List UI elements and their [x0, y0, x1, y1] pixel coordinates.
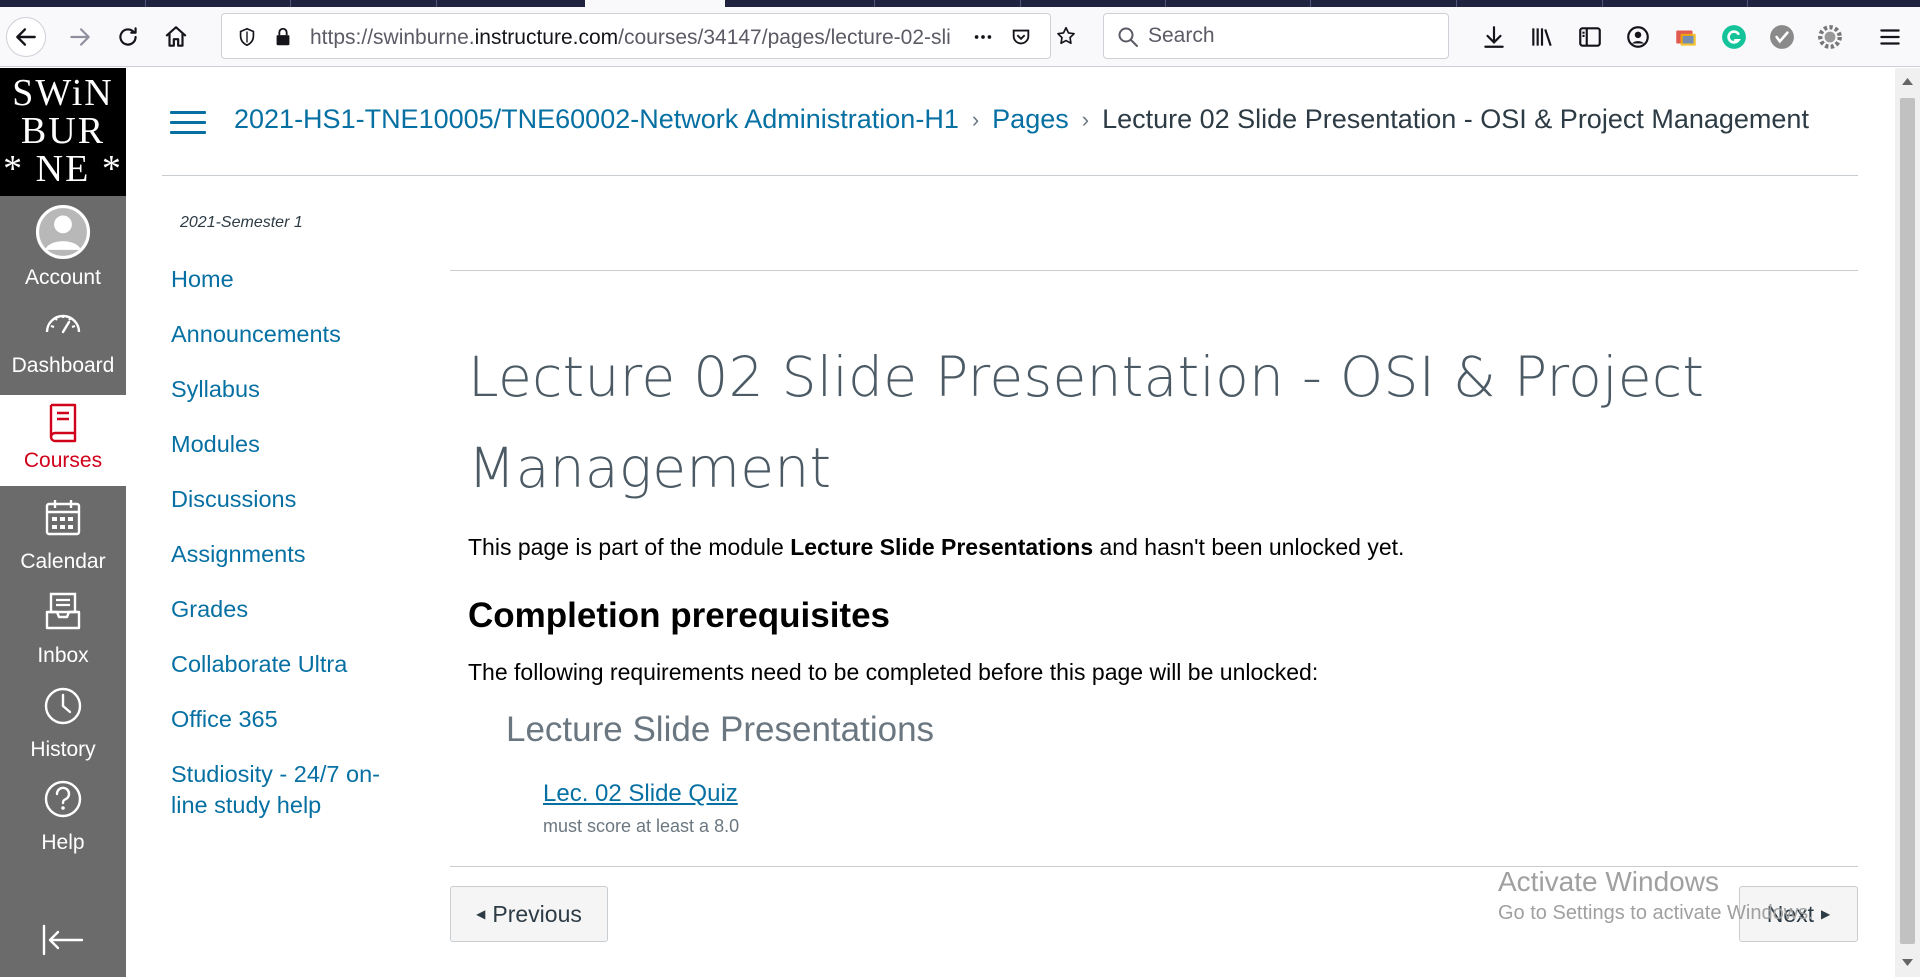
home-icon — [165, 26, 187, 47]
global-nav-account[interactable]: Account — [0, 200, 126, 291]
course-nav-collaborate-ultra[interactable]: Collaborate Ultra — [171, 649, 411, 680]
settings-gear-icon[interactable] — [1814, 21, 1846, 53]
active-tab[interactable] — [585, 0, 725, 7]
browser-toolbar: https://swinburne.instructure.com/course… — [0, 7, 1920, 67]
previous-button[interactable]: ◀ Previous — [450, 886, 608, 942]
requirement-quiz-link[interactable]: Lec. 02 Slide Quiz — [543, 780, 738, 808]
course-nav-grades[interactable]: Grades — [171, 594, 411, 625]
forward-arrow-icon — [70, 28, 90, 46]
lock-icon[interactable] — [270, 24, 296, 50]
module-name-bold: Lecture Slide Presentations — [790, 534, 1094, 560]
header-divider — [162, 175, 1858, 176]
prerequisites-heading: Completion prerequisites — [468, 596, 891, 635]
collapse-nav-icon[interactable] — [40, 920, 86, 960]
bookmark-star-icon[interactable] — [1053, 23, 1079, 49]
scrollbar-thumb[interactable] — [1900, 98, 1915, 944]
content-bottom-divider — [450, 866, 1858, 867]
course-nav-studiosity[interactable]: Studiosity - 24/7 on-line study help — [171, 759, 411, 821]
global-nav-help[interactable]: Help — [0, 769, 126, 860]
tab-strip — [0, 0, 1920, 7]
account-avatar-icon — [35, 204, 91, 260]
checkmark-extension-icon[interactable] — [1766, 21, 1798, 53]
history-clock-icon — [44, 687, 82, 725]
reload-icon — [119, 27, 137, 46]
url-text: https://swinburne.instructure.com/course… — [310, 26, 950, 48]
menu-icon[interactable] — [1874, 21, 1906, 53]
search-icon — [1118, 27, 1138, 47]
chevron-right-icon: › — [971, 106, 980, 132]
global-navigation: SWiN BUR * NE * Account Dashboard Course… — [0, 68, 126, 977]
caret-left-icon: ◀ — [476, 907, 486, 921]
breadcrumb-course-link[interactable]: 2021-HS1-TNE10005/TNE60002-Network Admin… — [234, 104, 959, 135]
dashboard-gauge-icon — [45, 314, 81, 334]
reload-button[interactable] — [108, 17, 148, 57]
page-title: Lecture 02 Slide Presentation - OSI & Pr… — [468, 345, 1705, 500]
global-nav-calendar[interactable]: Calendar — [0, 488, 126, 579]
global-nav-history[interactable]: History — [0, 676, 126, 767]
course-nav-office-365[interactable]: Office 365 — [171, 704, 411, 735]
requirements-text: The following requirements need to be co… — [468, 659, 1319, 685]
search-bar[interactable] — [1103, 13, 1449, 59]
course-nav-modules[interactable]: Modules — [171, 429, 411, 460]
screenshot-extension-icon[interactable] — [1670, 21, 1702, 53]
back-button[interactable] — [6, 17, 46, 57]
search-input[interactable] — [1148, 24, 1438, 48]
inbox-icon — [45, 592, 81, 630]
home-button[interactable] — [156, 17, 196, 57]
firefox-account-icon[interactable] — [1622, 21, 1654, 53]
course-nav-announcements[interactable]: Announcements — [171, 319, 411, 350]
global-nav-inbox[interactable]: Inbox — [0, 582, 126, 673]
course-nav-syllabus[interactable]: Syllabus — [171, 374, 411, 405]
global-nav-dashboard[interactable]: Dashboard — [0, 298, 126, 389]
downloads-icon[interactable] — [1478, 21, 1510, 53]
course-nav-home[interactable]: Home — [171, 264, 411, 295]
swinburne-logo[interactable]: SWiN BUR * NE * — [0, 68, 126, 196]
course-menu-toggle[interactable] — [168, 108, 208, 138]
library-icon[interactable] — [1526, 21, 1558, 53]
next-button[interactable]: Next ▶ — [1739, 886, 1858, 942]
course-navigation: Home Announcements Syllabus Modules Disc… — [171, 264, 411, 845]
breadcrumb-current: Lecture 02 Slide Presentation - OSI & Pr… — [1102, 104, 1809, 134]
breadcrumb: 2021-HS1-TNE10005/TNE60002-Network Admin… — [234, 104, 1809, 135]
term-label: 2021-Semester 1 — [180, 214, 303, 231]
address-bar[interactable]: https://swinburne.instructure.com/course… — [221, 13, 1051, 59]
page-scrollbar[interactable] — [1895, 68, 1920, 977]
caret-right-icon: ▶ — [1821, 907, 1831, 921]
calendar-icon — [45, 500, 81, 536]
sidebar-icon[interactable] — [1574, 21, 1606, 53]
help-question-icon — [44, 780, 82, 818]
pocket-icon[interactable] — [1008, 24, 1034, 50]
course-nav-discussions[interactable]: Discussions — [171, 484, 411, 515]
course-nav-assignments[interactable]: Assignments — [171, 539, 411, 570]
shield-icon[interactable] — [234, 24, 260, 50]
scroll-up-icon[interactable] — [1901, 76, 1914, 86]
requirement-criteria: must score at least a 8.0 — [543, 816, 740, 836]
chevron-right-icon: › — [1081, 106, 1090, 132]
locked-message: This page is part of the module Lecture … — [468, 534, 1405, 560]
scroll-down-icon[interactable] — [1901, 958, 1914, 968]
global-nav-courses[interactable]: Courses — [0, 395, 126, 486]
courses-book-icon — [49, 403, 77, 443]
prerequisite-module-name: Lecture Slide Presentations — [506, 710, 935, 749]
back-arrow-icon — [16, 28, 36, 46]
more-actions-icon[interactable] — [970, 24, 996, 50]
breadcrumb-pages-link[interactable]: Pages — [992, 104, 1069, 135]
forward-button[interactable] — [60, 17, 100, 57]
content-top-divider — [450, 270, 1858, 271]
grammarly-icon[interactable] — [1718, 21, 1750, 53]
